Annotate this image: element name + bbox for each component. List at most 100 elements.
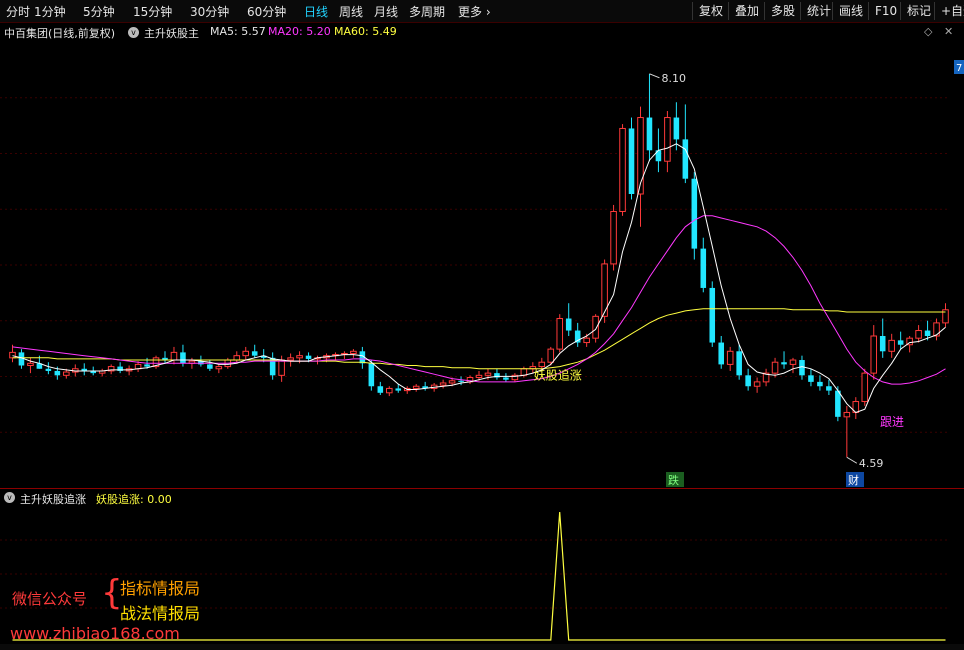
candle — [278, 359, 285, 376]
candle — [242, 350, 250, 357]
period-tab-30min[interactable]: 30分钟 — [190, 3, 229, 20]
chevron-right-icon: › — [482, 5, 491, 19]
sub-indicator-name[interactable]: 主升妖股追涨 — [20, 491, 86, 507]
candle — [808, 375, 814, 382]
signal-label: 妖股追涨 — [534, 368, 582, 383]
candle — [753, 381, 761, 387]
period-tab-daily[interactable]: 日线 — [304, 3, 328, 20]
candle — [879, 336, 886, 352]
follow-marker: 跟进 — [880, 415, 904, 429]
candle — [718, 342, 725, 365]
candle — [835, 390, 841, 417]
sub-indicator-value: 妖股追涨: 0.00 — [96, 493, 172, 506]
candle — [484, 372, 492, 376]
candle — [350, 350, 357, 354]
ma5-value: MA5: 5.57 — [210, 25, 266, 38]
period-tab-15min[interactable]: 15分钟 — [133, 3, 172, 20]
candle — [45, 368, 52, 371]
candle — [682, 139, 689, 179]
main-info-bar: 中百集团(日线,前复权) v 主升妖股主 MA5: 5.57 MA20: 5.2… — [4, 25, 954, 41]
candle — [170, 351, 178, 361]
ma20-line — [12, 215, 946, 385]
candle — [691, 178, 698, 249]
fall-marker: 跌 — [668, 473, 679, 487]
ma20-value: MA20: 5.20 — [268, 25, 331, 38]
extreme-pointer — [846, 456, 858, 464]
high-price-label: 8.10 — [661, 72, 686, 85]
candle — [888, 339, 895, 352]
candle — [215, 366, 223, 370]
period-tab-multi[interactable]: 多周期 — [409, 3, 445, 20]
ma60-line — [12, 308, 946, 370]
high-low-markers: 8.10 4.59 — [649, 72, 883, 470]
candle — [9, 351, 16, 359]
candle — [27, 362, 34, 366]
f10-button[interactable]: F10 — [868, 2, 897, 20]
candle — [771, 361, 779, 374]
watermark-line2: 战法情报局 — [120, 604, 201, 623]
candle — [538, 361, 546, 368]
period-tab-1min[interactable]: 1分钟 — [34, 3, 66, 20]
candle — [448, 380, 456, 384]
candle — [458, 380, 464, 382]
fuquan-button[interactable]: 复权 — [692, 2, 723, 20]
watermark-wechat: 微信公众号 — [12, 590, 88, 608]
period-tab-fenshi[interactable]: 分时 — [6, 3, 30, 20]
candle — [817, 381, 823, 387]
candle — [664, 117, 671, 162]
period-tab-60min[interactable]: 60分钟 — [247, 3, 286, 20]
period-tab-more[interactable]: 更多 › — [458, 3, 491, 20]
close-icon[interactable]: ✕ — [944, 25, 953, 38]
draw-line-button[interactable]: 画线 — [832, 2, 863, 20]
candle — [475, 374, 483, 379]
multi-stock-button[interactable]: 多股 — [764, 2, 795, 20]
candle — [628, 128, 635, 194]
diamond-icon[interactable]: ◇ — [924, 25, 932, 38]
candle — [736, 351, 742, 376]
candle — [386, 387, 393, 394]
candle — [54, 370, 61, 376]
stock-title: 中百集团(日线,前复权) — [4, 27, 116, 40]
candle — [377, 386, 384, 393]
candle — [897, 340, 904, 345]
candle — [144, 364, 150, 367]
candle — [503, 377, 509, 380]
statistics-button[interactable]: 统计 — [800, 2, 831, 20]
candle — [305, 355, 312, 359]
date-axis — [0, 644, 964, 650]
candle — [915, 330, 922, 339]
candle — [933, 322, 940, 337]
right-edge-label: 7 — [956, 63, 962, 74]
candle — [296, 355, 303, 359]
candle — [565, 318, 572, 331]
extreme-pointer — [649, 73, 660, 79]
main-indicator-name[interactable]: 主升妖股主 — [144, 25, 199, 41]
candle — [592, 315, 599, 339]
watermark-line1: 指标情报局 — [120, 579, 201, 598]
candle — [583, 337, 590, 344]
candle — [368, 363, 375, 387]
candle — [233, 355, 241, 361]
candle — [207, 364, 213, 369]
period-tab-5min[interactable]: 5分钟 — [83, 3, 115, 20]
overlay-button[interactable]: 叠加 — [728, 2, 759, 20]
candle — [251, 351, 258, 356]
candle — [799, 360, 805, 376]
mark-button[interactable]: 标记 — [900, 2, 931, 20]
period-tab-weekly[interactable]: 周线 — [339, 3, 363, 20]
add-watchlist-button[interactable]: +自选 — [934, 2, 964, 20]
candle — [439, 382, 447, 386]
candle — [789, 359, 797, 365]
candle — [673, 117, 680, 140]
candle — [63, 371, 70, 376]
candle — [547, 348, 555, 363]
candle — [646, 117, 653, 151]
candle — [843, 411, 851, 418]
candle — [412, 385, 420, 389]
low-price-label: 4.59 — [859, 457, 884, 470]
period-tab-monthly[interactable]: 月线 — [374, 3, 398, 20]
candlestick-chart[interactable]: 8.10 4.59 妖股追涨 跌 财 跟进 7 — [0, 42, 964, 488]
candle — [709, 287, 716, 343]
candle — [395, 388, 402, 391]
candle — [556, 318, 564, 350]
